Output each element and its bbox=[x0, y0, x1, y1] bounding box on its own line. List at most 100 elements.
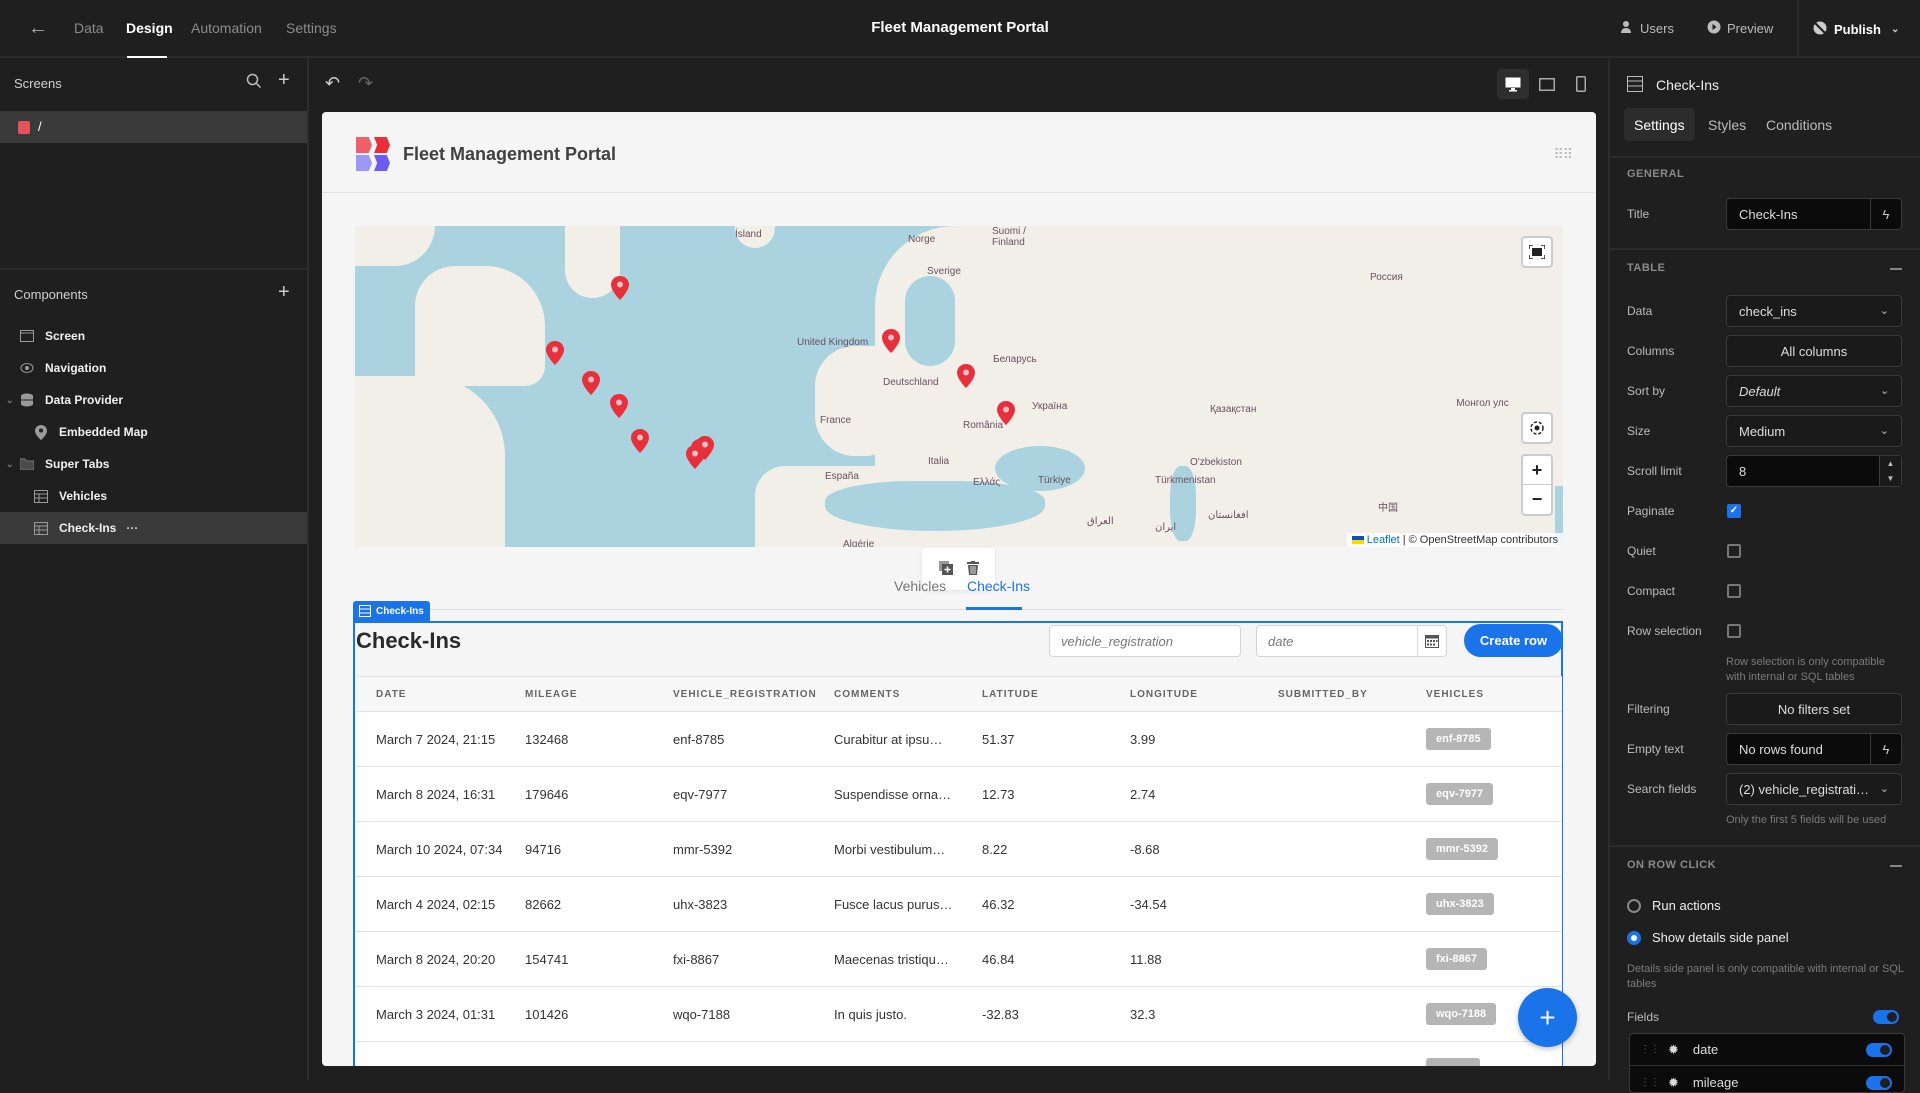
column-header[interactable]: MILEAGE bbox=[505, 676, 653, 712]
add-component-icon[interactable]: + bbox=[278, 281, 290, 304]
table-row[interactable]: March 8 2024, 16:31 179646 eqv-7977 Suspend… bbox=[356, 766, 1562, 822]
mobile-view-button[interactable] bbox=[1565, 69, 1597, 99]
publish-button[interactable]: Publish ⌄ bbox=[1812, 20, 1899, 39]
title-input[interactable]: Check-Ins ϟ bbox=[1726, 198, 1902, 230]
vehicle-registration-search-input[interactable]: vehicle_registration bbox=[1049, 625, 1241, 657]
filtering-button[interactable]: No filters set bbox=[1726, 693, 1902, 725]
desktop-view-button[interactable] bbox=[1497, 69, 1529, 99]
row-selection-checkbox[interactable] bbox=[1727, 624, 1741, 638]
tab-vehicles[interactable]: Vehicles bbox=[894, 578, 946, 594]
table-row[interactable]: March 10 2024, 07:34 94716 mmr-5392 Morbi v… bbox=[356, 821, 1562, 877]
tab-styles[interactable]: Styles bbox=[1698, 108, 1756, 141]
column-header[interactable]: COMMENTS bbox=[814, 676, 962, 712]
run-actions-label[interactable]: Run actions bbox=[1652, 898, 1721, 913]
columns-button[interactable]: All columns bbox=[1726, 335, 1902, 367]
map-marker-icon[interactable] bbox=[546, 341, 564, 365]
chevron-down-icon[interactable]: ⌄ bbox=[6, 395, 14, 406]
vehicle-relationship-pill[interactable]: wqo-7188 bbox=[1426, 1003, 1497, 1025]
chevron-down-icon[interactable]: ⌄ bbox=[6, 459, 14, 470]
fullscreen-button[interactable] bbox=[1521, 236, 1553, 268]
nav-tab-data[interactable]: Data bbox=[74, 20, 104, 36]
duplicate-icon[interactable] bbox=[938, 560, 953, 578]
column-header[interactable]: VEHICLE_REGISTRATION bbox=[653, 676, 816, 712]
drag-grid-icon[interactable]: ⠿⠿ bbox=[1553, 146, 1572, 163]
vehicle-relationship-pill[interactable] bbox=[1426, 1058, 1480, 1066]
component-screen[interactable]: Screen bbox=[0, 320, 307, 352]
show-details-label[interactable]: Show details side panel bbox=[1652, 930, 1789, 945]
component-data-provider[interactable]: ⌄ Data Provider bbox=[0, 384, 307, 416]
locate-button[interactable] bbox=[1521, 412, 1553, 444]
table-row[interactable]: March 4 2024, 02:15 82662 uhx-3823 Fusce la… bbox=[356, 876, 1562, 932]
quiet-checkbox[interactable] bbox=[1727, 544, 1741, 558]
stepper-up-icon[interactable]: ▲ bbox=[1887, 459, 1895, 468]
vehicle-relationship-pill[interactable]: enf-8785 bbox=[1426, 728, 1491, 750]
table-row[interactable]: March 3 2024, 01:31 101426 wqo-7188 In quis… bbox=[356, 986, 1562, 1042]
users-button[interactable]: Users bbox=[1620, 20, 1674, 37]
nav-tab-automation[interactable]: Automation bbox=[191, 20, 262, 36]
tab-check-ins[interactable]: Check-Ins bbox=[967, 578, 1030, 594]
map-marker-icon[interactable] bbox=[882, 329, 900, 353]
stepper[interactable]: ▲ ▼ bbox=[1879, 456, 1901, 486]
sort-by-select[interactable]: Default ⌄ bbox=[1726, 375, 1902, 407]
map-marker-icon[interactable] bbox=[582, 371, 600, 395]
field-toggle[interactable] bbox=[1866, 1076, 1892, 1090]
component-check-ins[interactable]: Check-Ins ··· bbox=[0, 512, 307, 544]
stepper-down-icon[interactable]: ▼ bbox=[1887, 474, 1895, 483]
calendar-icon[interactable] bbox=[1417, 626, 1446, 656]
add-screen-icon[interactable]: + bbox=[278, 69, 290, 92]
tablet-view-button[interactable] bbox=[1531, 69, 1563, 99]
table-row[interactable]: March 8 2024, 20:20 154741 fxi-8867 Maecena… bbox=[356, 931, 1562, 987]
binding-bolt-icon[interactable]: ϟ bbox=[1870, 199, 1901, 229]
search-fields-select[interactable]: (2) vehicle_registrati… ⌄ bbox=[1726, 773, 1902, 805]
column-header[interactable]: DATE bbox=[356, 676, 505, 712]
tab-conditions[interactable]: Conditions bbox=[1756, 108, 1842, 141]
component-embedded-map[interactable]: Embedded Map bbox=[0, 416, 307, 448]
map-marker-icon[interactable] bbox=[610, 394, 628, 418]
screen-item[interactable]: / bbox=[0, 111, 307, 143]
empty-text-input[interactable]: No rows found ϟ bbox=[1726, 733, 1902, 765]
tab-settings[interactable]: Settings bbox=[1624, 108, 1695, 141]
zoom-in-button[interactable]: + bbox=[1523, 456, 1551, 486]
search-icon[interactable] bbox=[246, 73, 262, 94]
nav-tab-settings[interactable]: Settings bbox=[286, 20, 337, 36]
map-marker-icon[interactable] bbox=[631, 429, 649, 453]
map-marker-icon[interactable] bbox=[686, 445, 704, 469]
map-marker-icon[interactable] bbox=[611, 276, 629, 300]
component-vehicles[interactable]: Vehicles bbox=[0, 480, 307, 512]
vehicle-relationship-pill[interactable]: fxi-8867 bbox=[1426, 948, 1487, 970]
date-filter-input[interactable]: date bbox=[1256, 625, 1447, 657]
collapse-icon[interactable] bbox=[1890, 268, 1902, 270]
map-marker-icon[interactable] bbox=[957, 364, 975, 388]
redo-icon[interactable]: ↷ bbox=[358, 73, 373, 94]
gear-icon[interactable]: ✹ bbox=[1668, 1042, 1679, 1058]
gear-icon[interactable]: ✹ bbox=[1668, 1075, 1679, 1091]
field-row-mileage[interactable]: ⋮⋮ ✹ mileage bbox=[1630, 1067, 1904, 1092]
column-header[interactable]: VEHICLES bbox=[1406, 676, 1562, 712]
add-fab-button[interactable]: + bbox=[1518, 988, 1577, 1047]
nav-tab-design[interactable]: Design bbox=[126, 20, 173, 36]
run-actions-radio[interactable] bbox=[1627, 899, 1641, 913]
vehicle-relationship-pill[interactable]: eqv-7977 bbox=[1426, 783, 1494, 805]
fields-toggle[interactable] bbox=[1873, 1010, 1899, 1024]
drag-handle-icon[interactable]: ⋮⋮ bbox=[1640, 1077, 1660, 1088]
table-row-partial[interactable] bbox=[356, 1041, 1562, 1066]
leaflet-link[interactable]: Leaflet bbox=[1367, 534, 1400, 546]
table-row[interactable]: March 7 2024, 21:15 132468 enf-8785 Curabit… bbox=[356, 711, 1562, 767]
map-marker-icon[interactable] bbox=[997, 401, 1015, 425]
scroll-limit-input[interactable]: 8 ▲ ▼ bbox=[1726, 455, 1902, 487]
show-details-radio[interactable] bbox=[1627, 931, 1641, 945]
back-arrow-icon[interactable]: ← bbox=[28, 17, 50, 39]
column-header[interactable]: LATITUDE bbox=[962, 676, 1110, 712]
compact-checkbox[interactable] bbox=[1727, 584, 1741, 598]
column-header[interactable]: SUBMITTED_BY bbox=[1258, 676, 1406, 712]
field-toggle[interactable] bbox=[1866, 1043, 1892, 1057]
column-header[interactable]: LONGITUDE bbox=[1110, 676, 1258, 712]
component-super-tabs[interactable]: ⌄ Super Tabs bbox=[0, 448, 307, 480]
paginate-checkbox[interactable]: ✓ bbox=[1727, 504, 1741, 518]
drag-handle-icon[interactable]: ⋮⋮ bbox=[1640, 1044, 1660, 1055]
preview-button[interactable]: Preview bbox=[1707, 20, 1773, 37]
vehicle-relationship-pill[interactable]: mmr-5392 bbox=[1426, 838, 1498, 860]
more-options-icon[interactable]: ··· bbox=[126, 521, 138, 535]
undo-icon[interactable]: ↶ bbox=[325, 73, 340, 94]
zoom-out-button[interactable]: − bbox=[1523, 485, 1551, 514]
